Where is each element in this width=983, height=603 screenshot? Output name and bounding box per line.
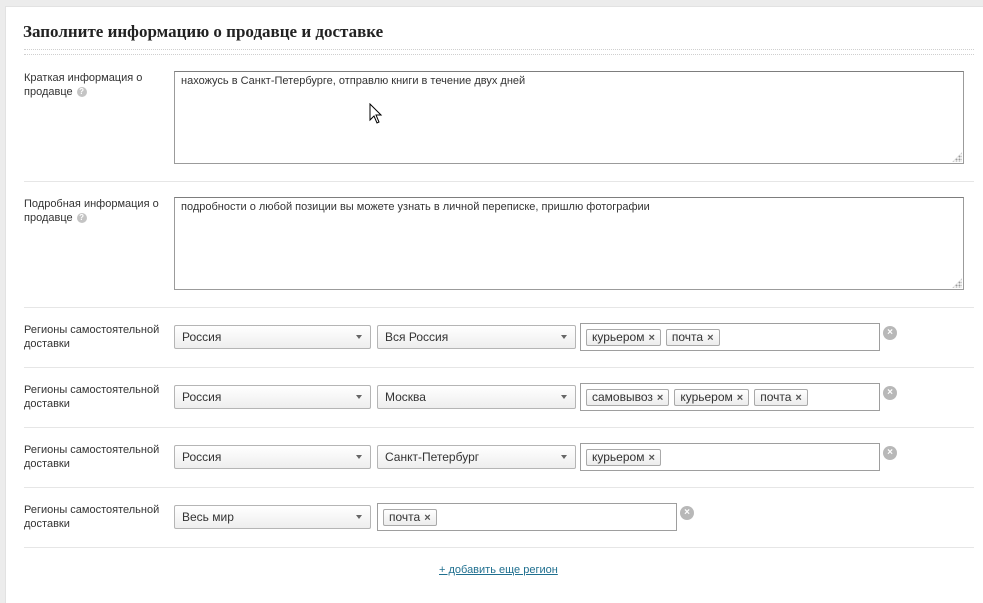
tag-item: почта ×: [754, 389, 808, 406]
region-label: Регионы самостоятельной доставки: [24, 324, 160, 350]
region-label: Регионы самостоятельной доставки: [24, 384, 160, 410]
region-select[interactable]: Москва: [377, 385, 576, 409]
country-select[interactable]: Россия: [174, 325, 371, 349]
tag-remove-icon[interactable]: ×: [707, 331, 713, 346]
resize-grip-icon[interactable]: [952, 152, 962, 162]
country-select[interactable]: Россия: [174, 445, 371, 469]
chevron-down-icon: [561, 335, 567, 339]
row-divider: [24, 547, 974, 548]
remove-region-icon[interactable]: ×: [883, 446, 897, 460]
detailed-info-textarea[interactable]: подробности о любой позиции вы можете уз…: [174, 197, 964, 290]
tag-item: курьером ×: [586, 329, 661, 346]
short-info-text: нахожусь в Санкт-Петербурге, отправлю кн…: [181, 75, 526, 87]
add-region-link[interactable]: + добавить еще регион: [439, 564, 558, 576]
tag-remove-icon[interactable]: ×: [424, 511, 430, 526]
resize-grip-icon[interactable]: [952, 278, 962, 288]
detailed-info-text: подробности о любой позиции вы можете уз…: [181, 201, 650, 213]
mouse-cursor-icon: [369, 103, 383, 124]
short-info-label: Краткая информация о продавце?: [24, 72, 143, 98]
tag-remove-icon[interactable]: ×: [795, 391, 801, 406]
row-divider: [24, 181, 974, 182]
country-select[interactable]: Весь мир: [174, 505, 371, 529]
region-label: Регионы самостоятельной доставки: [24, 504, 160, 530]
help-icon[interactable]: ?: [76, 87, 87, 97]
short-info-textarea[interactable]: нахожусь в Санкт-Петербурге, отправлю кн…: [174, 71, 964, 164]
tag-remove-icon[interactable]: ×: [737, 391, 743, 406]
tag-item: самовывоз ×: [586, 389, 670, 406]
help-icon[interactable]: ?: [76, 213, 87, 223]
remove-region-icon[interactable]: ×: [883, 326, 897, 340]
delivery-methods-input[interactable]: курьером ×: [580, 443, 880, 471]
region-select[interactable]: Санкт-Петербург: [377, 445, 576, 469]
tag-item: курьером ×: [586, 449, 661, 466]
row-divider: [24, 427, 974, 428]
chevron-down-icon: [561, 395, 567, 399]
page-title: Заполните информацию о продавце и достав…: [23, 22, 384, 41]
tag-item: курьером ×: [674, 389, 750, 406]
row-divider: [24, 367, 974, 368]
tag-remove-icon[interactable]: ×: [648, 451, 654, 466]
remove-region-icon[interactable]: ×: [883, 386, 897, 400]
detailed-info-label: Подробная информация о продавце?: [24, 198, 159, 224]
delivery-methods-input[interactable]: почта ×: [377, 503, 677, 531]
seller-delivery-form: Заполните информацию о продавце и достав…: [5, 6, 983, 603]
tag-item: почта ×: [383, 509, 437, 526]
region-label: Регионы самостоятельной доставки: [24, 444, 160, 470]
region-select[interactable]: Вся Россия: [377, 325, 576, 349]
title-divider: [24, 49, 974, 55]
tag-remove-icon[interactable]: ×: [657, 391, 663, 406]
country-select[interactable]: Россия: [174, 385, 371, 409]
chevron-down-icon: [356, 335, 362, 339]
delivery-methods-input[interactable]: курьером × почта ×: [580, 323, 880, 351]
chevron-down-icon: [356, 455, 362, 459]
chevron-down-icon: [356, 395, 362, 399]
row-divider: [24, 487, 974, 488]
tag-remove-icon[interactable]: ×: [648, 331, 654, 346]
remove-region-icon[interactable]: ×: [680, 506, 694, 520]
delivery-methods-input[interactable]: самовывоз × курьером × почта ×: [580, 383, 880, 411]
chevron-down-icon: [356, 515, 362, 519]
row-divider: [24, 307, 974, 308]
tag-item: почта ×: [665, 329, 720, 346]
chevron-down-icon: [561, 455, 567, 459]
